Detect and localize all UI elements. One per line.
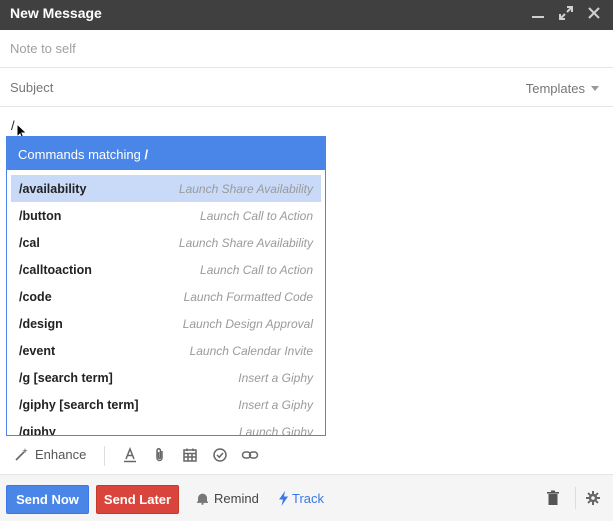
- command-description: Insert a Giphy: [238, 370, 313, 385]
- command-list: /availability Launch Share Availability/b…: [7, 170, 325, 436]
- close-icon[interactable]: [585, 4, 603, 22]
- command-description: Launch Giphy: [238, 424, 313, 436]
- command-name: /calltoaction: [19, 262, 92, 277]
- chevron-down-icon: [591, 86, 599, 91]
- enhance-label: Enhance: [35, 447, 87, 462]
- command-description: Insert a Giphy: [238, 397, 313, 412]
- command-name: /button: [19, 208, 62, 223]
- compose-action-bar: Send Now Send Later Remind Track: [0, 474, 613, 521]
- templates-label: Templates: [525, 81, 585, 96]
- command-item[interactable]: /code Launch Formatted Code: [11, 283, 321, 310]
- command-description: Launch Call to Action: [200, 208, 313, 223]
- command-name: /availability: [19, 181, 87, 196]
- command-item[interactable]: /button Launch Call to Action: [11, 202, 321, 229]
- command-item[interactable]: /design Launch Design Approval: [11, 310, 321, 337]
- command-name: /event: [19, 343, 56, 358]
- send-later-button[interactable]: Send Later: [96, 485, 179, 514]
- link-icon[interactable]: [240, 445, 260, 465]
- gear-icon[interactable]: [586, 491, 600, 510]
- send-now-button[interactable]: Send Now: [6, 485, 89, 514]
- window-controls: [529, 4, 603, 22]
- checkmark-icon[interactable]: [210, 445, 230, 465]
- command-popup-title: Commands matching: [18, 147, 141, 162]
- command-name: /cal: [19, 235, 40, 250]
- toolbar-divider: [104, 446, 105, 466]
- lightning-icon: [279, 491, 288, 506]
- command-description: Launch Design Approval: [182, 316, 313, 331]
- attach-icon[interactable]: [150, 445, 170, 465]
- track-button[interactable]: Track: [278, 491, 324, 506]
- text-format-icon[interactable]: [120, 445, 140, 465]
- minimize-icon[interactable]: [529, 4, 547, 22]
- templates-dropdown[interactable]: Templates: [526, 81, 599, 96]
- recipients-placeholder: Note to self: [10, 41, 76, 56]
- command-description: Launch Share Availability: [178, 235, 313, 250]
- calendar-icon[interactable]: [180, 445, 200, 465]
- expand-icon[interactable]: [557, 4, 575, 22]
- compose-title-bar: New Message: [0, 0, 613, 30]
- magic-wand-icon: [15, 448, 28, 461]
- command-popup: Commands matching / /availability Launch …: [6, 136, 326, 436]
- bell-icon: [197, 493, 208, 505]
- command-item[interactable]: /cal Launch Share Availability: [11, 229, 321, 256]
- command-name: /g [search term]: [19, 370, 113, 385]
- command-description: Launch Formatted Code: [183, 289, 313, 304]
- command-item[interactable]: /calltoaction Launch Call to Action: [11, 256, 321, 283]
- recipients-field[interactable]: Note to self: [0, 30, 613, 68]
- action-bar-divider: [575, 487, 576, 509]
- command-description: Launch Call to Action: [200, 262, 313, 277]
- command-description: Launch Share Availability: [178, 181, 313, 196]
- command-item[interactable]: /g [search term] Insert a Giphy: [11, 364, 321, 391]
- command-name: /code: [19, 289, 52, 304]
- command-item[interactable]: /event Launch Calendar Invite: [11, 337, 321, 364]
- remind-label: Remind: [214, 491, 259, 506]
- subject-field[interactable]: Subject Templates: [0, 68, 613, 107]
- formatting-toolbar: Enhance: [0, 437, 613, 474]
- command-name: /design: [19, 316, 63, 331]
- enhance-button[interactable]: Enhance: [14, 447, 86, 462]
- trash-icon[interactable]: [546, 490, 560, 511]
- command-popup-query: /: [144, 147, 149, 162]
- command-popup-header: Commands matching /: [7, 137, 325, 170]
- remind-button[interactable]: Remind: [196, 491, 259, 506]
- command-item[interactable]: /availability Launch Share Availability: [11, 175, 321, 202]
- subject-placeholder: Subject: [10, 80, 54, 95]
- command-name: /giphy [search term]: [19, 397, 139, 412]
- command-name: /giphy: [19, 424, 56, 436]
- command-item[interactable]: /giphy Launch Giphy: [11, 418, 321, 436]
- command-description: Launch Calendar Invite: [189, 343, 313, 358]
- window-title: New Message: [10, 5, 102, 21]
- format-icons: [120, 445, 260, 465]
- command-item[interactable]: /giphy [search term] Insert a Giphy: [11, 391, 321, 418]
- body-typed-text: /: [11, 118, 15, 133]
- track-label: Track: [292, 491, 325, 506]
